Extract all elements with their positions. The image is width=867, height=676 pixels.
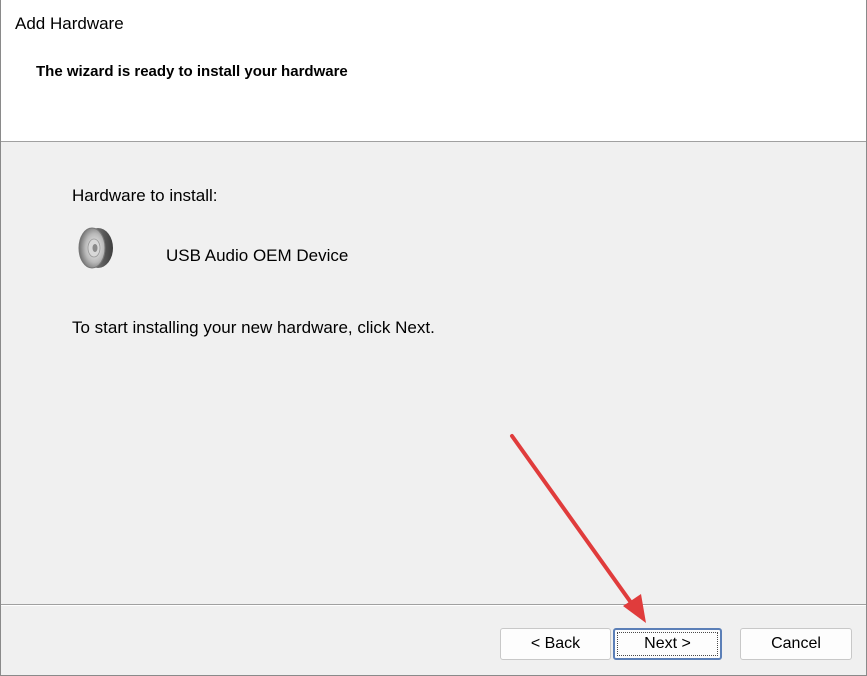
add-hardware-window: Add Hardware The wizard is ready to inst… [0,0,867,676]
footer-divider [1,604,866,606]
install-instruction: To start installing your new hardware, c… [72,318,435,337]
window-title: Add Hardware [15,14,124,33]
hardware-to-install-label: Hardware to install: [72,186,218,205]
wizard-heading: The wizard is ready to install your hard… [36,63,348,80]
device-name: USB Audio OEM Device [166,246,349,265]
next-button[interactable]: Next > [613,628,722,660]
speaker-icon [78,227,113,269]
cancel-button[interactable]: Cancel [740,628,852,660]
focus-rectangle [617,632,718,656]
wizard-header: Add Hardware The wizard is ready to inst… [1,0,866,142]
back-button[interactable]: < Back [500,628,611,660]
